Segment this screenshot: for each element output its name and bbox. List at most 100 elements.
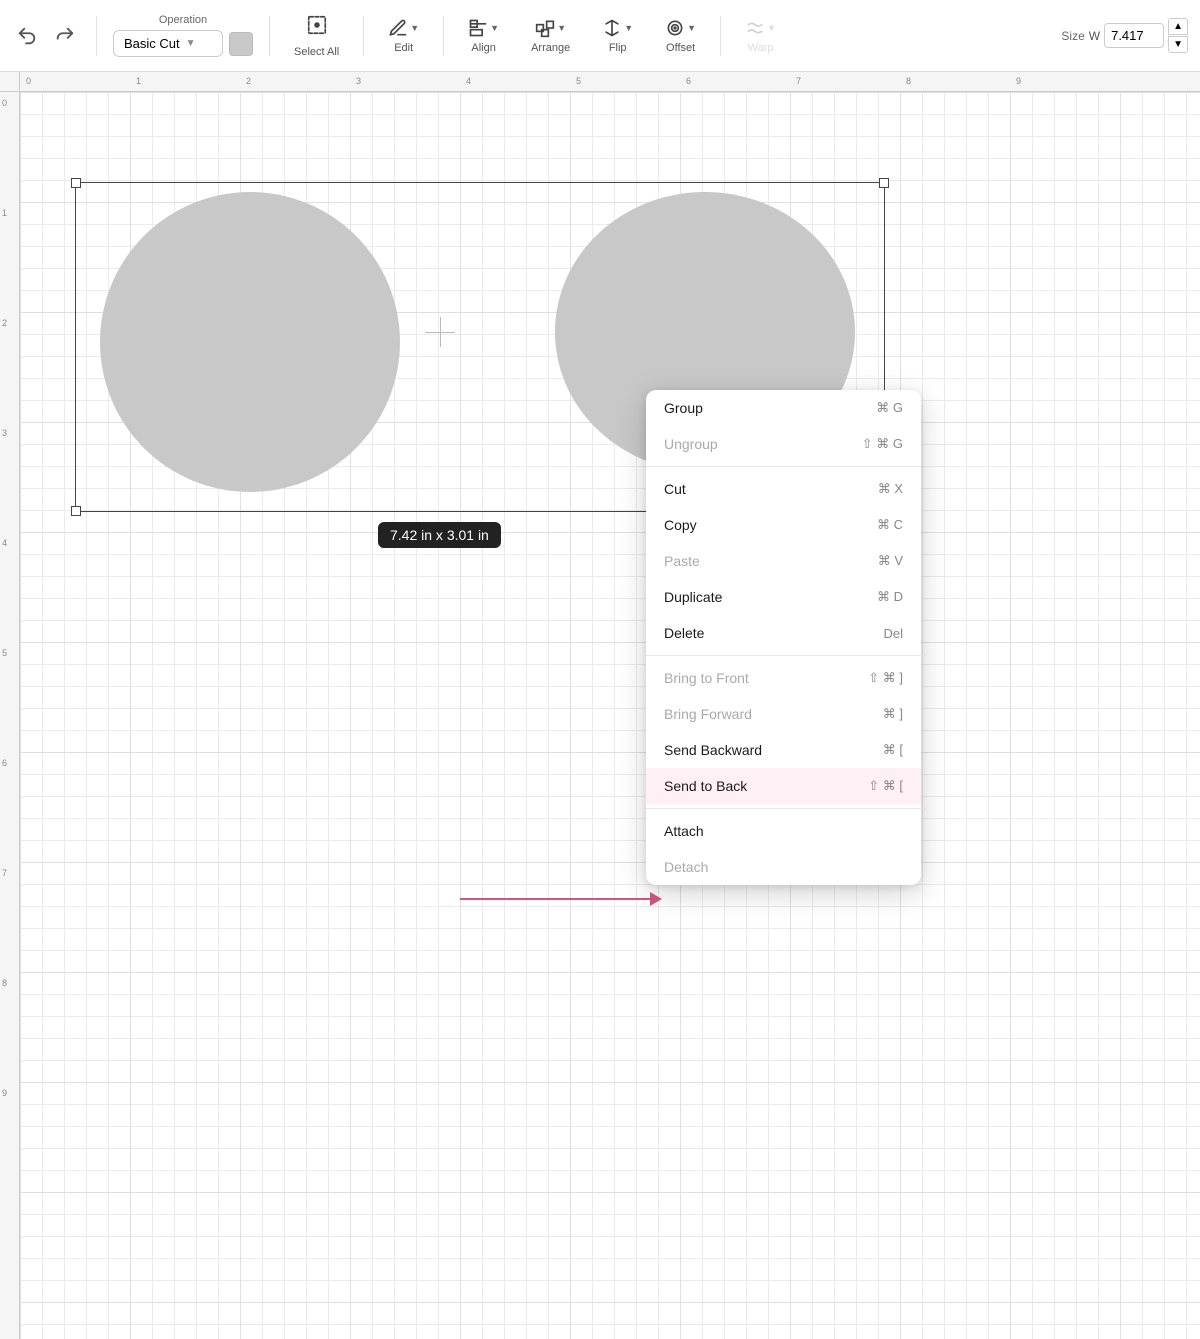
separator-2 — [646, 655, 921, 656]
menu-item-delete[interactable]: Delete Del — [646, 615, 921, 651]
chevron-down-icon: ▼ — [186, 38, 196, 49]
color-swatch[interactable] — [229, 32, 253, 56]
menu-item-bring-forward[interactable]: Bring Forward ⌘ ] — [646, 696, 921, 732]
ruler-h-1: 1 — [136, 76, 141, 86]
ruler-v-5: 5 — [2, 648, 7, 658]
arrange-label: Arrange — [531, 42, 570, 54]
menu-bring-front-label: Bring to Front — [664, 670, 749, 686]
ruler-v-0: 0 — [2, 98, 7, 108]
grid-canvas: 7.42 in x 3.01 in Group ⌘ G Ungroup ⇧ ⌘ … — [20, 92, 1200, 1339]
menu-item-duplicate[interactable]: Duplicate ⌘ D — [646, 579, 921, 615]
ruler-h-7: 7 — [796, 76, 801, 86]
offset-icon-wrap: ▼ — [665, 18, 696, 38]
menu-item-attach[interactable]: Attach — [646, 813, 921, 849]
menu-item-ungroup[interactable]: Ungroup ⇧ ⌘ G — [646, 426, 921, 462]
ruler-v-4: 4 — [2, 538, 7, 548]
toolbar: Operation Basic Cut ▼ Select All ▼ Edit … — [0, 0, 1200, 72]
menu-cut-label: Cut — [664, 481, 686, 497]
menu-send-back-shortcut: ⇧ ⌘ [ — [868, 778, 903, 794]
menu-item-bring-front[interactable]: Bring to Front ⇧ ⌘ ] — [646, 660, 921, 696]
menu-bring-forward-shortcut: ⌘ ] — [883, 706, 903, 722]
menu-attach-label: Attach — [664, 823, 704, 839]
warp-button[interactable]: ▼ Warp — [737, 14, 784, 58]
handle-bottom-left[interactable] — [71, 506, 81, 516]
divider-4 — [443, 16, 444, 56]
size-w-input[interactable] — [1104, 23, 1164, 48]
edit-icon-wrap: ▼ — [388, 18, 419, 38]
menu-duplicate-shortcut: ⌘ D — [877, 589, 903, 605]
divider-5 — [720, 16, 721, 56]
redo-button[interactable] — [50, 21, 80, 51]
menu-item-send-back[interactable]: Send to Back ⇧ ⌘ [ — [646, 768, 921, 804]
circle-left[interactable] — [100, 192, 400, 492]
align-icon-wrap: ▼ — [468, 18, 499, 38]
context-menu: Group ⌘ G Ungroup ⇧ ⌘ G Cut ⌘ X Copy ⌘ C… — [646, 390, 921, 885]
menu-delete-shortcut: Del — [883, 626, 903, 641]
divider-2 — [269, 16, 270, 56]
handle-top-right[interactable] — [879, 178, 889, 188]
menu-send-back-label: Send to Back — [664, 778, 747, 794]
size-w-label: W — [1089, 29, 1100, 43]
warp-icon-wrap: ▼ — [745, 18, 776, 38]
align-button[interactable]: ▼ Align — [460, 14, 507, 58]
arrange-icon-wrap: ▼ — [535, 18, 566, 38]
operation-group: Operation Basic Cut ▼ — [113, 14, 253, 57]
undo-redo-group — [12, 21, 80, 51]
size-down-button[interactable]: ▼ — [1168, 36, 1188, 53]
ruler-h-9: 9 — [1016, 76, 1021, 86]
ruler-horizontal: 0 1 2 3 4 5 6 7 8 9 — [20, 72, 1200, 92]
ruler-h-6: 6 — [686, 76, 691, 86]
menu-item-group[interactable]: Group ⌘ G — [646, 390, 921, 426]
arrow-indicator — [460, 892, 662, 906]
ruler-v-6: 6 — [2, 758, 7, 768]
size-up-button[interactable]: ▲ — [1168, 18, 1188, 35]
ruler-h-0: 0 — [26, 76, 31, 86]
menu-cut-shortcut: ⌘ X — [878, 481, 903, 497]
ruler-h-4: 4 — [466, 76, 471, 86]
menu-detach-label: Detach — [664, 859, 708, 875]
ruler-corner — [0, 72, 20, 92]
flip-label: Flip — [609, 42, 627, 54]
menu-item-cut[interactable]: Cut ⌘ X — [646, 471, 921, 507]
menu-item-detach[interactable]: Detach — [646, 849, 921, 885]
size-label: Size — [1061, 29, 1084, 43]
menu-item-copy[interactable]: Copy ⌘ C — [646, 507, 921, 543]
menu-group-label: Group — [664, 400, 703, 416]
separator-1 — [646, 466, 921, 467]
menu-bring-front-shortcut: ⇧ ⌘ ] — [868, 670, 903, 686]
ruler-v-8: 8 — [2, 978, 7, 988]
offset-button[interactable]: ▼ Offset — [657, 14, 704, 58]
handle-top-left[interactable] — [71, 178, 81, 188]
ruler-vertical: 0 1 2 3 4 5 6 7 8 9 — [0, 92, 20, 1339]
divider-3 — [363, 16, 364, 56]
arrange-button[interactable]: ▼ Arrange — [523, 14, 578, 58]
select-all-button[interactable]: Select All — [286, 10, 347, 62]
ruler-v-7: 7 — [2, 868, 7, 878]
menu-item-send-backward[interactable]: Send Backward ⌘ [ — [646, 732, 921, 768]
undo-button[interactable] — [12, 21, 42, 51]
menu-duplicate-label: Duplicate — [664, 589, 722, 605]
size-group: Size W ▲ ▼ — [1061, 18, 1188, 53]
ruler-h-8: 8 — [906, 76, 911, 86]
edit-button[interactable]: ▼ Edit — [380, 14, 427, 58]
separator-3 — [646, 808, 921, 809]
operation-value: Basic Cut — [124, 36, 180, 51]
arrow-line — [460, 898, 650, 900]
operation-label: Operation — [159, 14, 207, 26]
flip-button[interactable]: ▼ Flip — [594, 14, 641, 58]
menu-send-backward-shortcut: ⌘ [ — [883, 742, 903, 758]
menu-send-backward-label: Send Backward — [664, 742, 762, 758]
menu-ungroup-shortcut: ⇧ ⌘ G — [862, 436, 903, 452]
menu-bring-forward-label: Bring Forward — [664, 706, 752, 722]
arrow-head — [650, 892, 662, 906]
ruler-v-3: 3 — [2, 428, 7, 438]
ruler-h-3: 3 — [356, 76, 361, 86]
operation-dropdown[interactable]: Basic Cut ▼ — [113, 30, 223, 57]
menu-paste-shortcut: ⌘ V — [878, 553, 903, 569]
menu-item-paste[interactable]: Paste ⌘ V — [646, 543, 921, 579]
warp-label: Warp — [748, 42, 774, 54]
flip-icon-wrap: ▼ — [602, 18, 633, 38]
dimension-label: 7.42 in x 3.01 in — [378, 522, 501, 548]
select-all-label: Select All — [294, 46, 339, 58]
ruler-v-2: 2 — [2, 318, 7, 328]
